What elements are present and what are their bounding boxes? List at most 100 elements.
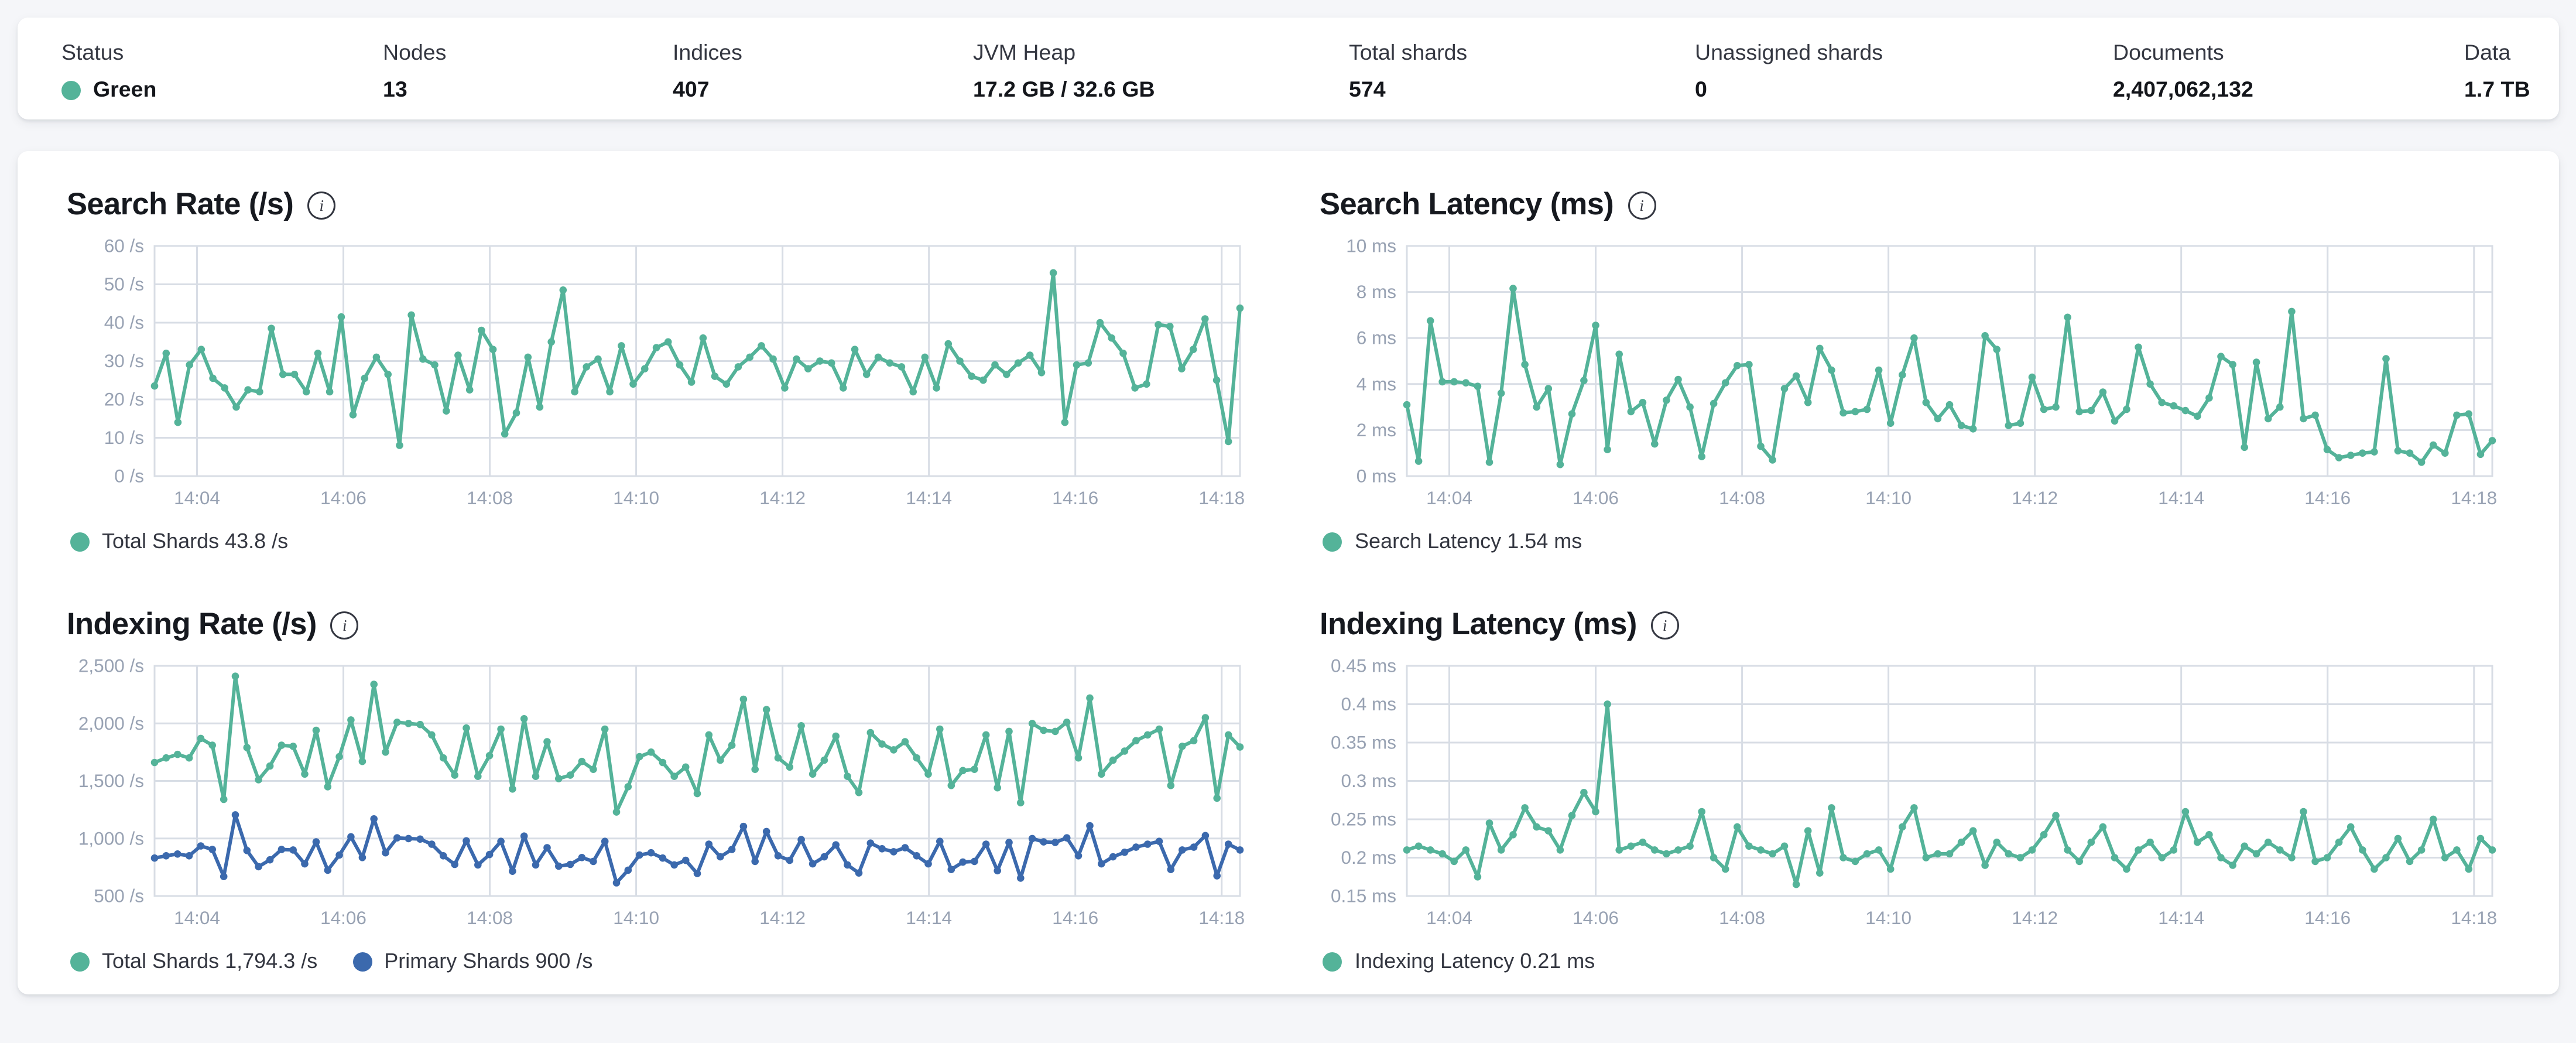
chart-title: Search Rate (/s) (67, 186, 294, 221)
y-axis-tick-label: 10 ms (1347, 237, 1397, 257)
search-rate-panel: Search Rate (/s) i 0 /s 10 /s 20 /s 30 /s 40… (67, 179, 1256, 553)
x-axis-tick-label: 14:08 (467, 907, 513, 928)
x-axis-tick-label: 14:04 (1427, 907, 1473, 928)
x-axis-tick-label: 14:18 (2451, 487, 2498, 508)
x-axis-tick-label: 14:18 (1198, 907, 1245, 928)
legend-dot-icon (1323, 951, 1343, 971)
x-axis-tick-label: 14:06 (320, 487, 366, 508)
y-axis-tick-label: 8 ms (1357, 281, 1397, 302)
legend-row: Total Shards 1,794.3 /s Primary Shards 90… (70, 949, 1256, 973)
y-axis-tick-label: 0.3 ms (1342, 770, 1397, 791)
y-axis-tick-label: 40 /s (104, 312, 144, 333)
chart-title: Indexing Latency (ms) (1320, 606, 1637, 641)
stat-value-row: 1.7 TB (2464, 77, 2530, 104)
stat-value: 407 (673, 77, 710, 102)
indexing-rate-panel: Indexing Rate (/s) i 500 /s 1,000 /s 1,500… (67, 599, 1256, 973)
stat-value-row: 17.2 GB / 32.6 GB (973, 77, 1155, 104)
stat-label: Unassigned shards (1695, 40, 1883, 65)
chart-title-row: Indexing Latency (ms) i (1320, 606, 2509, 643)
y-axis-tick-label: 0.25 ms (1331, 809, 1397, 830)
x-axis-tick-label: 14:08 (1719, 487, 1766, 508)
legend-row: Total Shards 43.8 /s (70, 529, 1256, 553)
y-axis-tick-label: 0.45 ms (1331, 657, 1397, 676)
y-axis-tick-label: 2 ms (1357, 419, 1397, 440)
y-axis-tick-label: 500 /s (94, 885, 144, 907)
info-icon[interactable]: i (1628, 191, 1656, 220)
legend-item-primary-shards[interactable]: Primary Shards 900 /s (352, 949, 592, 973)
info-icon[interactable]: i (307, 191, 336, 220)
search-latency-chart[interactable]: 0 ms 2 ms 4 ms 6 ms 8 ms 10 ms 14:04 14:06 14:08… (1320, 237, 2509, 518)
stat-documents: Documents 2,407,062,132 (2113, 39, 2253, 104)
y-axis-tick-label: 60 /s (104, 237, 144, 257)
stat-jvm-heap: JVM Heap 17.2 GB / 32.6 GB (973, 39, 1155, 104)
legend-dot-icon (70, 531, 90, 551)
y-axis-tick-label: 0 ms (1357, 466, 1397, 487)
x-axis-tick-label: 14:18 (1198, 487, 1245, 508)
series-line (1406, 286, 2495, 467)
y-axis-tick-label: 0.2 ms (1342, 847, 1397, 868)
x-axis-tick-label: 14:12 (759, 907, 806, 928)
x-axis-tick-label: 14:10 (1866, 907, 1912, 928)
x-axis-tick-label: 14:16 (1052, 907, 1098, 928)
stat-value: 1.7 TB (2464, 77, 2530, 102)
legend-label: Total Shards 1,794.3 /s (102, 949, 318, 973)
x-axis-tick-label: 14:08 (467, 487, 513, 508)
legend-dot-icon (70, 951, 90, 971)
info-icon[interactable]: i (1650, 611, 1679, 640)
monitoring-dashboard: Status Green Nodes 13 Indices 407 JVM He… (0, 0, 2576, 1043)
y-axis-tick-label: 20 /s (104, 389, 144, 410)
legend-label: Indexing Latency 0.21 ms (1355, 949, 1595, 973)
stat-value: 0 (1695, 77, 1707, 102)
stat-data: Data 1.7 TB (2464, 39, 2530, 104)
stat-value: 2,407,062,132 (2113, 77, 2253, 102)
chart-title-row: Search Latency (ms) i (1320, 186, 2509, 223)
x-axis-tick-label: 14:12 (2012, 907, 2058, 928)
legend-dot-icon (352, 951, 372, 971)
search-rate-chart[interactable]: 0 /s 10 /s 20 /s 30 /s 40 /s 50 /s 60 /s 14:04 1… (67, 237, 1256, 518)
x-axis-tick-label: 14:16 (1052, 487, 1098, 508)
legend-dot-icon (1323, 531, 1343, 551)
stat-nodes: Nodes 13 (383, 39, 446, 104)
y-axis-tick-label: 10 /s (104, 427, 144, 448)
series-line (153, 271, 1242, 447)
legend-item-total-shards[interactable]: Total Shards 43.8 /s (70, 529, 288, 553)
stat-status: Status Green (61, 39, 156, 104)
x-axis-tick-label: 14:14 (2159, 487, 2205, 508)
y-axis-tick-label: 50 /s (104, 273, 144, 295)
legend-item-indexing-latency[interactable]: Indexing Latency 0.21 ms (1323, 949, 1595, 973)
stat-value-row: 2,407,062,132 (2113, 77, 2253, 104)
indexing-latency-panel: Indexing Latency (ms) i 0.15 ms 0.2 ms 0.2… (1320, 599, 2509, 973)
info-icon[interactable]: i (330, 611, 359, 640)
stat-value: 574 (1349, 77, 1386, 102)
charts-grid: Search Rate (/s) i 0 /s 10 /s 20 /s 30 /s 40… (67, 179, 2509, 973)
stat-value-row: Green (61, 77, 156, 104)
x-axis-tick-label: 14:12 (2012, 487, 2058, 508)
y-axis-tick-label: 1,500 /s (78, 770, 144, 791)
x-axis-tick-label: 14:10 (613, 487, 659, 508)
x-axis-tick-label: 14:12 (759, 487, 806, 508)
status-dot-icon (61, 81, 81, 100)
x-axis-tick-label: 14:10 (1866, 487, 1912, 508)
legend-label: Search Latency 1.54 ms (1355, 529, 1582, 553)
legend-row: Search Latency 1.54 ms (1323, 529, 2509, 553)
legend-item-total-shards[interactable]: Total Shards 1,794.3 /s (70, 949, 317, 973)
stat-indices: Indices 407 (673, 39, 742, 104)
stat-value: 13 (383, 77, 407, 102)
x-axis-tick-label: 14:04 (174, 487, 220, 508)
chart-title-row: Search Rate (/s) i (67, 186, 1256, 223)
stat-value: 17.2 GB / 32.6 GB (973, 77, 1155, 102)
x-axis-tick-label: 14:06 (320, 907, 366, 928)
x-axis-tick-label: 14:16 (2305, 487, 2351, 508)
x-axis-tick-label: 14:06 (1573, 907, 1619, 928)
stat-unassigned-shards: Unassigned shards 0 (1695, 39, 1883, 104)
x-axis-tick-label: 14:04 (174, 907, 220, 928)
stat-label: JVM Heap (973, 40, 1076, 65)
legend-item-search-latency[interactable]: Search Latency 1.54 ms (1323, 529, 1582, 553)
y-axis-tick-label: 1,000 /s (78, 827, 144, 849)
search-latency-panel: Search Latency (ms) i 0 ms 2 ms 4 ms 6 ms 8 … (1320, 179, 2509, 553)
stat-value: Green (93, 77, 157, 102)
x-axis-tick-label: 14:10 (613, 907, 659, 928)
indexing-rate-chart[interactable]: 500 /s 1,000 /s 1,500 /s 2,000 /s 2,500 /s 14… (67, 657, 1256, 938)
indexing-latency-chart[interactable]: 0.15 ms 0.2 ms 0.25 ms 0.3 ms 0.35 ms 0.4 ms 0… (1320, 657, 2509, 938)
stat-value-row: 407 (673, 77, 742, 104)
